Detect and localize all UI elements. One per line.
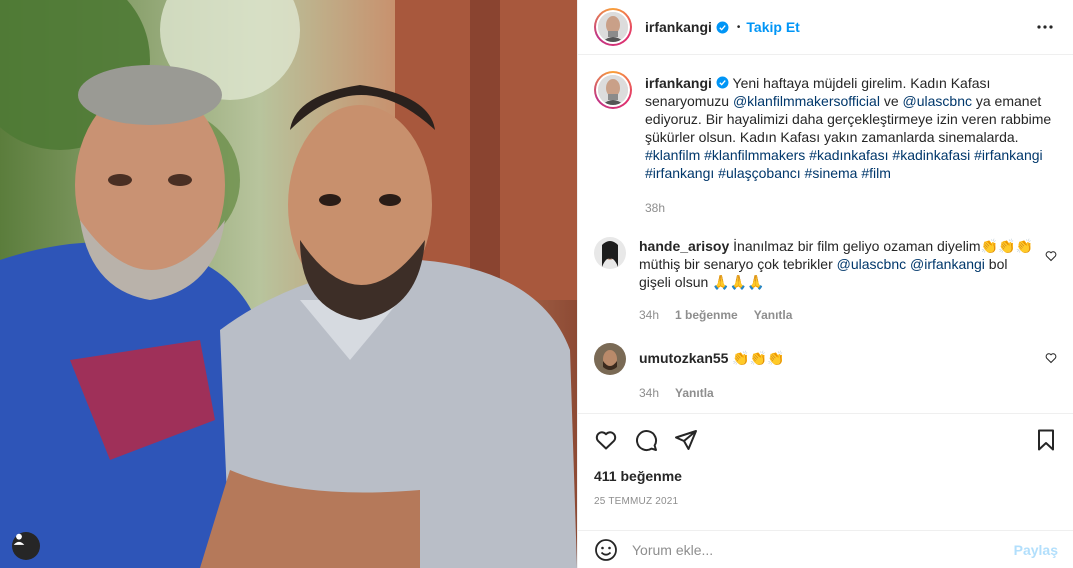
heart-icon[interactable]	[1045, 250, 1057, 262]
post-date[interactable]: 25 TEMMUZ 2021	[594, 496, 1058, 507]
photo-illustration	[0, 0, 577, 568]
caption-text: ve	[879, 93, 903, 109]
mention-link[interactable]: @irfankangi	[910, 256, 985, 272]
comment-item: umutozkan55 👏👏👏 34h Yanıtla	[594, 343, 1057, 402]
separator: •	[736, 21, 741, 33]
add-comment-bar: Paylaş	[578, 530, 1073, 568]
commenter-avatar[interactable]	[594, 237, 626, 269]
avatar-image	[598, 75, 628, 105]
reply-button[interactable]: Yanıtla	[675, 384, 714, 402]
post-details-panel: irfankangi • Takip Et irfankangi Yeni ha…	[577, 0, 1073, 568]
verified-badge-icon	[716, 21, 729, 33]
bookmark-icon[interactable]	[1034, 428, 1058, 452]
comment-author[interactable]: hande_arisoy	[639, 238, 729, 254]
comment-likes[interactable]: 1 beğenme	[675, 306, 738, 324]
comment-icon[interactable]	[634, 428, 658, 452]
post-header: irfankangi • Takip Et	[578, 0, 1073, 55]
user-icon	[13, 533, 25, 545]
more-options-button[interactable]	[1033, 15, 1057, 39]
reply-button[interactable]: Yanıtla	[754, 306, 793, 324]
comment-text: 👏👏👏	[732, 350, 785, 366]
author-avatar[interactable]	[594, 8, 632, 46]
author-username[interactable]: irfankangi	[645, 19, 712, 35]
comment-author[interactable]: umutozkan55	[639, 350, 728, 366]
commenter-avatar[interactable]	[594, 343, 626, 375]
heart-icon[interactable]	[594, 428, 618, 452]
comment-input[interactable]	[632, 541, 1014, 558]
paper-plane-icon[interactable]	[674, 428, 698, 452]
comments-list[interactable]: irfankangi Yeni haftaya müjdeli girelim.…	[578, 55, 1073, 413]
hashtags[interactable]: #klanfilm #klanfilmmakers #kadınkafası #…	[645, 147, 1043, 181]
caption-author-avatar[interactable]	[594, 71, 632, 109]
post-photo[interactable]	[0, 0, 577, 568]
emoji-smile-icon[interactable]	[594, 538, 618, 562]
mention-link[interactable]: @klanfilmmakersofficial	[733, 93, 880, 109]
comment-time[interactable]: 34h	[639, 384, 659, 402]
follow-button[interactable]: Takip Et	[746, 19, 799, 35]
post-comment-button[interactable]: Paylaş	[1014, 542, 1058, 558]
avatar-image	[594, 343, 626, 375]
tagged-users-button[interactable]	[12, 532, 40, 560]
avatar-image	[598, 12, 628, 42]
caption-author[interactable]: irfankangi	[645, 75, 712, 91]
verified-badge-icon	[716, 76, 729, 89]
more-horizontal-icon	[1037, 25, 1053, 29]
avatar-image	[594, 237, 626, 269]
comment-item: hande_arisoy İnanılmaz bir film geliyo o…	[594, 237, 1057, 324]
caption-time[interactable]: 38h	[645, 199, 665, 217]
heart-icon[interactable]	[1045, 352, 1057, 364]
caption: irfankangi Yeni haftaya müjdeli girelim.…	[594, 71, 1057, 217]
likes-count[interactable]: 411 beğenme	[594, 468, 1058, 484]
comment-time[interactable]: 34h	[639, 306, 659, 324]
post-actions: 411 beğenme 25 TEMMUZ 2021	[578, 413, 1073, 507]
mention-link[interactable]: @ulascbnc	[837, 256, 906, 272]
mention-link[interactable]: @ulascbnc	[903, 93, 972, 109]
